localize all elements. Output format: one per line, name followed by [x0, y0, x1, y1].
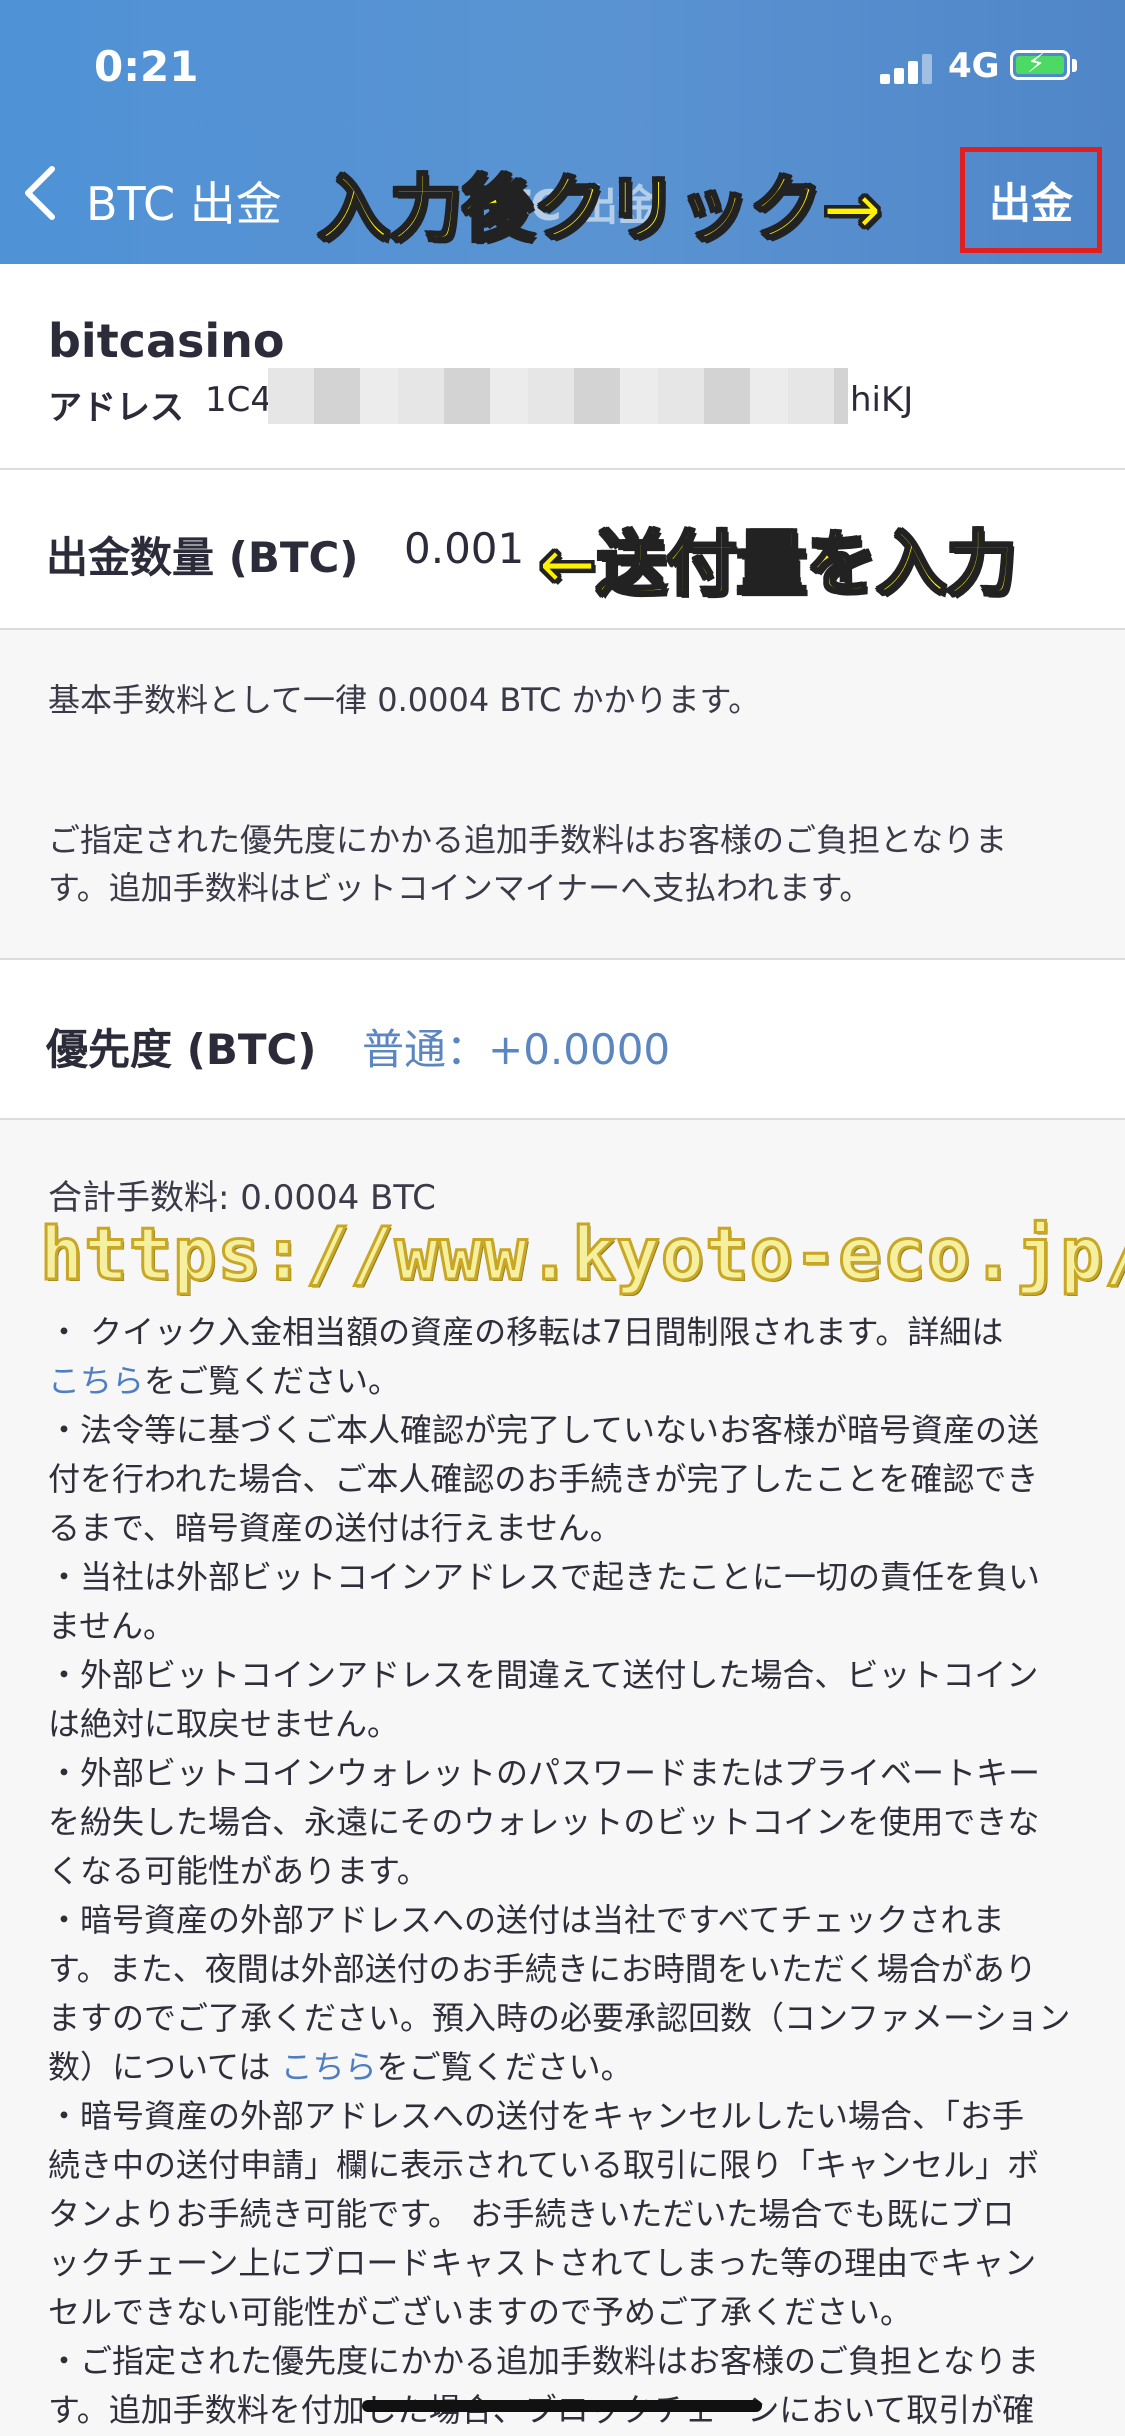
- amount-label: 出金数量 (BTC): [46, 533, 359, 582]
- details-link[interactable]: こちら: [48, 1362, 144, 1400]
- signal-icon: [880, 52, 936, 84]
- annotation-enter-amount: ←送付量を入力: [537, 522, 1019, 607]
- notes-list: ・ クイック入金相当額の資産の移転は7日間制限されます。詳細は こちらをご覧くだ…: [48, 1308, 1078, 2435]
- watermark-url: https://www.kyoto-eco.jp/: [39, 1211, 1125, 1298]
- additional-fee-text-1: ご指定された優先度にかかる追加手数料はお客様のご負担となりま: [48, 821, 1008, 859]
- note-line: ますのでご了承ください。預入時の必要承認回数（コンファメーション: [48, 1999, 1071, 2037]
- note-line: ・法令等に基づくご本人確認が完了していないお客様が暗号資産の送: [48, 1411, 1040, 1449]
- note-text: 数）については: [48, 2048, 281, 2086]
- note-text: をご覧ください。: [376, 2048, 633, 2086]
- note-line: ・ クイック入金相当額の資産の移転は7日間制限されます。詳細は: [48, 1313, 1004, 1351]
- note-line: タンよりお手続き可能です。 お手続きいただいた場合でも既にブロ: [48, 2195, 1015, 2233]
- note-text: をご覧ください。: [144, 1362, 401, 1400]
- note-line: ・外部ビットコインウォレットのパスワードまたはプライベートキー: [48, 1754, 1041, 1792]
- note-line: 続き中の送付申請」欄に表示されている取引に限り「キャンセル」ボ: [48, 2146, 1040, 2184]
- divider: [0, 628, 1125, 630]
- note-line: 数）については こちらをご覧ください。: [48, 2043, 1078, 2092]
- confirmation-link[interactable]: こちら: [281, 2048, 377, 2086]
- note-line: を紛失した場合、永遠にそのウォレットのビットコインを使用できな: [48, 1803, 1040, 1841]
- network-label: 4G: [948, 46, 1000, 86]
- annotation-click-after-input: 入力後クリック→: [316, 166, 883, 253]
- note-line: こちらをご覧ください。: [48, 1357, 1078, 1406]
- address-end: hiKJ: [850, 380, 914, 420]
- address-start: 1C4: [205, 380, 273, 420]
- divider: [0, 1118, 1125, 1120]
- address-mosaic: [268, 368, 848, 424]
- note-line: ・暗号資産の外部アドレスへの送付は当社ですべてチェックされま: [48, 1901, 1005, 1939]
- note-line: ・当社は外部ビットコインアドレスで起きたことに一切の責任を負い: [48, 1558, 1041, 1596]
- home-indicator[interactable]: [362, 2400, 762, 2412]
- base-fee-text: 基本手数料として一律 0.0004 BTC かかります。: [48, 681, 761, 719]
- withdraw-button[interactable]: 出金: [960, 147, 1102, 253]
- additional-fee-text-2: す。追加手数料はビットコインマイナーへ支払われます。: [48, 869, 872, 907]
- back-chevron-icon[interactable]: [22, 165, 58, 221]
- back-button-label[interactable]: BTC 出金: [86, 168, 282, 234]
- battery-icon: ⚡: [1010, 49, 1070, 80]
- note-line: す。また、夜間は外部送付のお手続きにお時間をいただく場合があり: [48, 1950, 1037, 1988]
- note-line: セルできない可能性がございますので予めご了承ください。: [48, 2293, 913, 2331]
- account-name: bitcasino: [48, 314, 285, 368]
- app-header: 0:21 4G ⚡ BTC 出金 BTC 出金 入力後クリック→ 出金: [0, 0, 1125, 264]
- note-line: は絶対に取戻せません。: [48, 1705, 400, 1743]
- battery-cap: [1072, 59, 1077, 72]
- note-line: ・暗号資産の外部アドレスへの送付をキャンセルしたい場合、「お手: [48, 2097, 1025, 2135]
- priority-label: 優先度 (BTC): [46, 1025, 317, 1074]
- note-line: 付を行われた場合、ご本人確認のお手続きが完了したことを確認でき: [48, 1460, 1039, 1498]
- address-label: アドレス: [48, 388, 184, 428]
- note-line: るまで、暗号資産の送付は行えません。: [48, 1509, 622, 1547]
- note-line: ・ご指定された優先度にかかる追加手数料はお客様のご負担となりま: [48, 2342, 1040, 2380]
- note-line: ックチェーン上にブロードキャストされてしまった等の理由でキャン: [48, 2244, 1037, 2282]
- note-line: ・外部ビットコインアドレスを間違えて送付した場合、ビットコイン: [48, 1656, 1039, 1694]
- note-line: くなる可能性があります。: [48, 1852, 429, 1890]
- priority-selector[interactable]: 普通：+0.0000: [362, 1016, 670, 1077]
- status-time: 0:21: [94, 42, 199, 91]
- amount-input[interactable]: 0.001: [404, 524, 524, 573]
- note-line: ません。: [48, 1607, 176, 1645]
